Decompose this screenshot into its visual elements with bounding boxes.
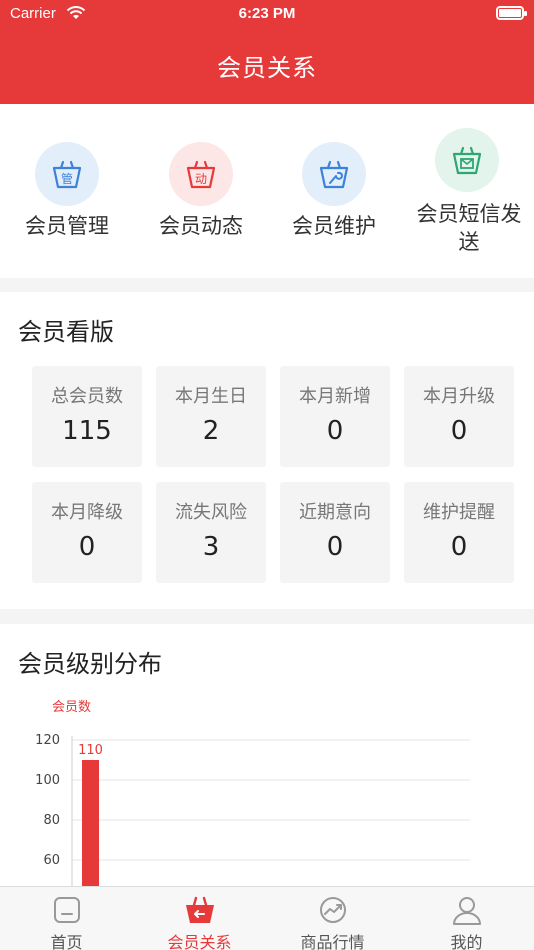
stat-value: 3 bbox=[202, 532, 220, 562]
stat-value: 115 bbox=[62, 416, 112, 446]
stat-label: 本月新增 bbox=[299, 386, 371, 407]
tab-profile[interactable]: 我的 bbox=[400, 887, 533, 950]
stat-label: 本月生日 bbox=[175, 386, 247, 407]
basket-manage-icon: 管 bbox=[35, 142, 99, 206]
member-basket-icon bbox=[186, 896, 214, 923]
stat-value: 0 bbox=[450, 416, 468, 446]
basket-mail-icon bbox=[435, 128, 499, 192]
chart-y-tick-label: 60 bbox=[43, 853, 60, 868]
stat-value: 0 bbox=[326, 532, 344, 562]
stat-value: 2 bbox=[202, 416, 220, 446]
quick-action-label: 会员短信发送 bbox=[416, 202, 522, 254]
trend-icon bbox=[320, 897, 346, 923]
stat-value: 0 bbox=[78, 532, 96, 562]
member-board: 会员看版 总会员数 115 本月生日 2 本月新增 0 本月升级 0 本月降级 … bbox=[0, 292, 534, 609]
stat-card-upgrade[interactable]: 本月升级 0 bbox=[404, 366, 514, 467]
stat-card-birthday[interactable]: 本月生日 2 bbox=[156, 366, 266, 467]
stat-value: 0 bbox=[450, 532, 468, 562]
chart-y-tick-label: 120 bbox=[35, 733, 60, 748]
header-bar: Carrier 6:23 PM 会员关系 bbox=[0, 0, 534, 104]
stat-card-new[interactable]: 本月新增 0 bbox=[280, 366, 390, 467]
basket-wrench-icon bbox=[302, 142, 366, 206]
quick-action-member-sms[interactable]: 会员短信发送 bbox=[400, 104, 534, 278]
stat-card-downgrade[interactable]: 本月降级 0 bbox=[32, 482, 142, 583]
status-time: 6:23 PM bbox=[238, 5, 296, 22]
quick-action-label: 会员动态 bbox=[159, 214, 243, 238]
battery-icon bbox=[496, 6, 527, 20]
stat-label: 维护提醒 bbox=[423, 502, 495, 523]
chart-y-tick-label: 100 bbox=[35, 773, 60, 788]
chart-data-label: 110 bbox=[78, 743, 103, 758]
status-bar: Carrier 6:23 PM bbox=[0, 0, 534, 30]
quick-icon-glyph: 管 bbox=[61, 171, 73, 186]
basket-dynamic-icon: 动 bbox=[169, 142, 233, 206]
chart-bar bbox=[82, 760, 99, 886]
stat-value: 0 bbox=[326, 416, 344, 446]
stat-card-total[interactable]: 总会员数 115 bbox=[32, 366, 142, 467]
page-title: 会员关系 bbox=[217, 54, 317, 82]
quick-action-member-maintain[interactable]: 会员维护 bbox=[267, 104, 401, 278]
quick-actions: 管 会员管理 动 会员动态 会员维护 会员短信发送 bbox=[0, 104, 534, 278]
stat-card-churn-risk[interactable]: 流失风险 3 bbox=[156, 482, 266, 583]
section-title-distribution: 会员级别分布 bbox=[18, 650, 162, 678]
quick-action-label: 会员管理 bbox=[25, 214, 109, 238]
tab-market[interactable]: 商品行情 bbox=[266, 887, 399, 950]
tab-label: 会员关系 bbox=[167, 933, 232, 950]
stat-label: 本月降级 bbox=[51, 502, 123, 523]
quick-action-label: 会员维护 bbox=[292, 214, 376, 238]
stat-card-reminder[interactable]: 维护提醒 0 bbox=[404, 482, 514, 583]
stat-label: 总会员数 bbox=[51, 386, 123, 407]
stat-label: 近期意向 bbox=[299, 502, 371, 523]
chart-y-tick-label: 80 bbox=[43, 813, 60, 828]
level-bar-chart: 会员数 120 100 80 60 110 bbox=[35, 700, 470, 886]
quick-action-member-manage[interactable]: 管 会员管理 bbox=[0, 104, 134, 278]
stat-label: 流失风险 bbox=[175, 502, 247, 523]
profile-icon bbox=[453, 897, 481, 925]
quick-icon-glyph: 动 bbox=[195, 172, 207, 186]
level-distribution: 会员级别分布 会员数 120 100 80 60 110 bbox=[0, 624, 534, 886]
chart-ylabel: 会员数 bbox=[52, 700, 91, 715]
tab-member-relations[interactable]: 会员关系 bbox=[133, 887, 266, 950]
tab-label: 商品行情 bbox=[300, 933, 365, 950]
stat-card-intent[interactable]: 近期意向 0 bbox=[280, 482, 390, 583]
tab-label: 我的 bbox=[450, 933, 483, 950]
home-icon bbox=[54, 897, 80, 923]
quick-action-member-dynamic[interactable]: 动 会员动态 bbox=[134, 104, 268, 278]
tab-home[interactable]: 首页 bbox=[0, 887, 133, 950]
stat-label: 本月升级 bbox=[423, 386, 495, 407]
section-title-board: 会员看版 bbox=[18, 318, 114, 346]
tab-label: 首页 bbox=[50, 933, 83, 950]
tab-bar: 首页 会员关系 商品行情 我的 bbox=[0, 886, 534, 950]
